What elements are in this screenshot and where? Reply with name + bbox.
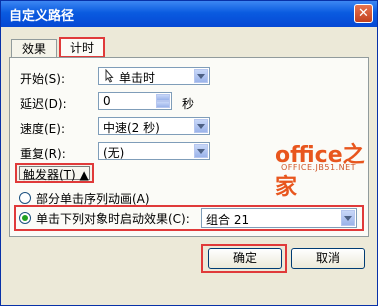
custom-path-dialog: 自定义路径 ✕ 效果 计时 开始(S): 单击时 延迟(D): 0 秒 速度(E… [0,0,378,306]
repeat-label: 重复(R): [20,147,66,161]
chevron-down-icon[interactable] [341,210,355,226]
trigger-object-select[interactable]: 组合 21 [201,208,357,228]
trigger-button-highlight: 触发器(T) ▲ [15,163,94,183]
trigger-object-value: 组合 21 [206,213,250,227]
trigger-label: 触发器(T) ▲ [23,168,89,182]
tab-effects[interactable]: 效果 [11,39,57,58]
chevron-down-icon[interactable] [194,119,208,133]
repeat-select[interactable]: (无) [98,142,210,160]
delay-input[interactable]: 0 [98,92,172,110]
delay-label: 延迟(D): [20,97,67,111]
ok-button[interactable]: 确定 [208,248,282,269]
start-value: 单击时 [119,71,156,85]
speed-value: 中速(2 秒) [103,121,160,135]
close-button[interactable]: ✕ [354,4,373,23]
speed-label: 速度(E): [20,122,65,136]
cancel-button[interactable]: 取消 [291,248,365,269]
radio-partial-sequence[interactable] [19,192,31,204]
speed-select[interactable]: 中速(2 秒) [98,117,210,135]
mouse-icon [103,68,115,86]
option-start-on-click-label: 单击下列对象时启动效果(C): [36,212,190,226]
delay-unit: 秒 [182,97,195,111]
tab-timing[interactable]: 计时 [59,37,105,58]
radio-start-on-click[interactable] [19,212,31,224]
watermark-url: OFFICE.JB51.NET [281,163,357,172]
trigger-button[interactable]: 触发器(T) ▲ [19,166,90,182]
delay-value: 0 [103,94,111,108]
chevron-down-icon[interactable] [194,144,208,158]
chevron-down-icon[interactable] [194,69,208,83]
repeat-value: (无) [103,146,125,160]
dialog-title: 自定义路径 [9,9,75,24]
start-select[interactable]: 单击时 [98,67,210,85]
delay-spinner[interactable] [156,94,170,108]
start-label: 开始(S): [20,72,66,86]
title-bar[interactable]: 自定义路径 ✕ [1,1,377,27]
